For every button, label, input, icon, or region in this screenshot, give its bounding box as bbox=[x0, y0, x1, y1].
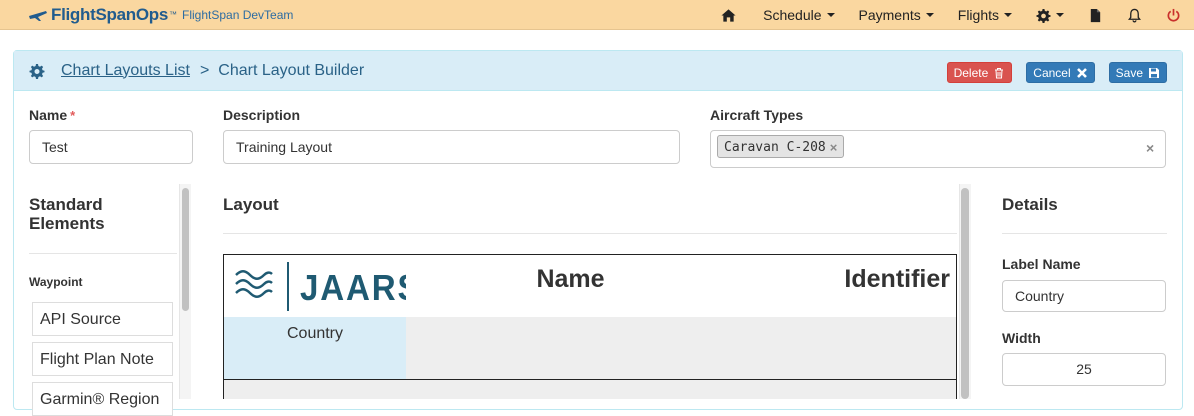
gear-icon bbox=[29, 63, 45, 79]
layout-cell-empty[interactable] bbox=[406, 317, 957, 380]
label-name-label: Label Name bbox=[1002, 256, 1081, 272]
brand-name: FlightSpanOps bbox=[51, 4, 168, 24]
home-icon bbox=[721, 8, 736, 22]
menu-schedule[interactable]: Schedule bbox=[751, 0, 846, 30]
name-label: Name * bbox=[29, 107, 75, 123]
power-icon bbox=[1167, 8, 1180, 22]
description-label: Description bbox=[223, 107, 301, 123]
cancel-button[interactable]: Cancel bbox=[1026, 62, 1095, 83]
aircraft-tag: Caravan C-208 × bbox=[717, 135, 845, 158]
chevron-down-icon bbox=[925, 13, 934, 17]
delete-button[interactable]: Delete bbox=[946, 62, 1013, 83]
save-button-label: Save bbox=[1115, 65, 1143, 80]
menu-payments-label: Payments bbox=[858, 7, 921, 23]
tag-remove-icon[interactable]: × bbox=[830, 140, 838, 155]
delete-button-label: Delete bbox=[953, 65, 989, 80]
chevron-down-icon bbox=[1004, 13, 1012, 17]
menu-flights-label: Flights bbox=[957, 7, 999, 23]
floppy-disk-icon bbox=[1149, 67, 1159, 78]
column-header-identifier-label: Identifier bbox=[844, 265, 950, 293]
save-button[interactable]: Save bbox=[1108, 62, 1167, 83]
label-name-input[interactable]: Country bbox=[1002, 280, 1166, 312]
nav-menu: Schedule Payments Flights bbox=[709, 0, 1194, 30]
notifications-button[interactable] bbox=[1115, 0, 1154, 30]
name-input[interactable]: Test bbox=[29, 130, 193, 164]
element-item[interactable]: Garmin® Region bbox=[32, 382, 173, 416]
panel-heading: Chart Layouts List > Chart Layout Builde… bbox=[14, 51, 1182, 91]
cancel-button-label: Cancel bbox=[1033, 65, 1071, 80]
layout-scrollbar-thumb[interactable] bbox=[961, 188, 969, 399]
close-icon bbox=[1076, 67, 1087, 78]
top-navbar: FlightSpanOps ™ FlightSpan DevTeam Sched… bbox=[0, 0, 1194, 30]
width-input[interactable]: 25 bbox=[1002, 353, 1166, 386]
breadcrumb-separator: > bbox=[199, 61, 210, 79]
elements-scrollbar-thumb[interactable] bbox=[182, 188, 189, 311]
gear-icon bbox=[1036, 8, 1051, 23]
logo-divider bbox=[287, 262, 289, 311]
element-item[interactable]: API Source bbox=[32, 302, 173, 336]
logo-cell[interactable]: JAARS bbox=[223, 254, 420, 318]
width-label: Width bbox=[1002, 330, 1041, 346]
required-marker: * bbox=[70, 108, 76, 123]
chevron-down-icon bbox=[1056, 13, 1064, 17]
settings-menu[interactable] bbox=[1024, 0, 1076, 30]
jaars-logo-text: JAARS bbox=[300, 267, 422, 308]
brand[interactable]: FlightSpanOps ™ FlightSpan DevTeam bbox=[28, 5, 293, 25]
element-group-label: Waypoint bbox=[29, 275, 83, 289]
menu-payments[interactable]: Payments bbox=[847, 0, 946, 30]
plane-logo-icon bbox=[29, 10, 47, 21]
menu-flights[interactable]: Flights bbox=[946, 0, 1024, 30]
logout-button[interactable] bbox=[1154, 0, 1194, 30]
breadcrumb-chart-layouts-list[interactable]: Chart Layouts List bbox=[61, 62, 190, 80]
jaars-waves-logo-icon bbox=[235, 270, 273, 298]
aircraft-types-label: Aircraft Types bbox=[710, 107, 804, 123]
clear-selection-icon[interactable]: × bbox=[1146, 140, 1154, 156]
aircraft-tag-label: Caravan C-208 bbox=[724, 140, 826, 155]
page-title: Chart Layout Builder bbox=[218, 61, 365, 79]
standard-elements-title: Standard Elements bbox=[29, 195, 105, 233]
menu-schedule-label: Schedule bbox=[763, 7, 822, 23]
column-header-name[interactable]: Name bbox=[406, 254, 736, 318]
brand-trademark: ™ bbox=[169, 10, 177, 19]
layout-title: Layout bbox=[223, 195, 279, 214]
description-input[interactable]: Training Layout bbox=[223, 130, 680, 164]
column-header-identifier[interactable]: Identifier bbox=[735, 254, 957, 318]
selected-layout-cell[interactable]: Country bbox=[223, 317, 407, 380]
divider bbox=[29, 253, 177, 254]
chevron-down-icon bbox=[826, 13, 835, 17]
name-label-text: Name bbox=[29, 107, 68, 123]
details-title: Details bbox=[1002, 195, 1058, 214]
header-actions: Delete Cancel Save bbox=[933, 62, 1167, 83]
element-item[interactable]: Flight Plan Note bbox=[32, 342, 173, 376]
team-name: FlightSpan DevTeam bbox=[182, 7, 294, 22]
bell-icon bbox=[1128, 8, 1141, 22]
trash-icon bbox=[995, 67, 1004, 78]
home-button[interactable] bbox=[709, 0, 751, 30]
document-button[interactable] bbox=[1076, 0, 1115, 30]
file-icon bbox=[1090, 8, 1101, 22]
divider bbox=[1002, 233, 1167, 234]
column-header-name-label: Name bbox=[536, 265, 605, 293]
divider bbox=[223, 233, 957, 234]
